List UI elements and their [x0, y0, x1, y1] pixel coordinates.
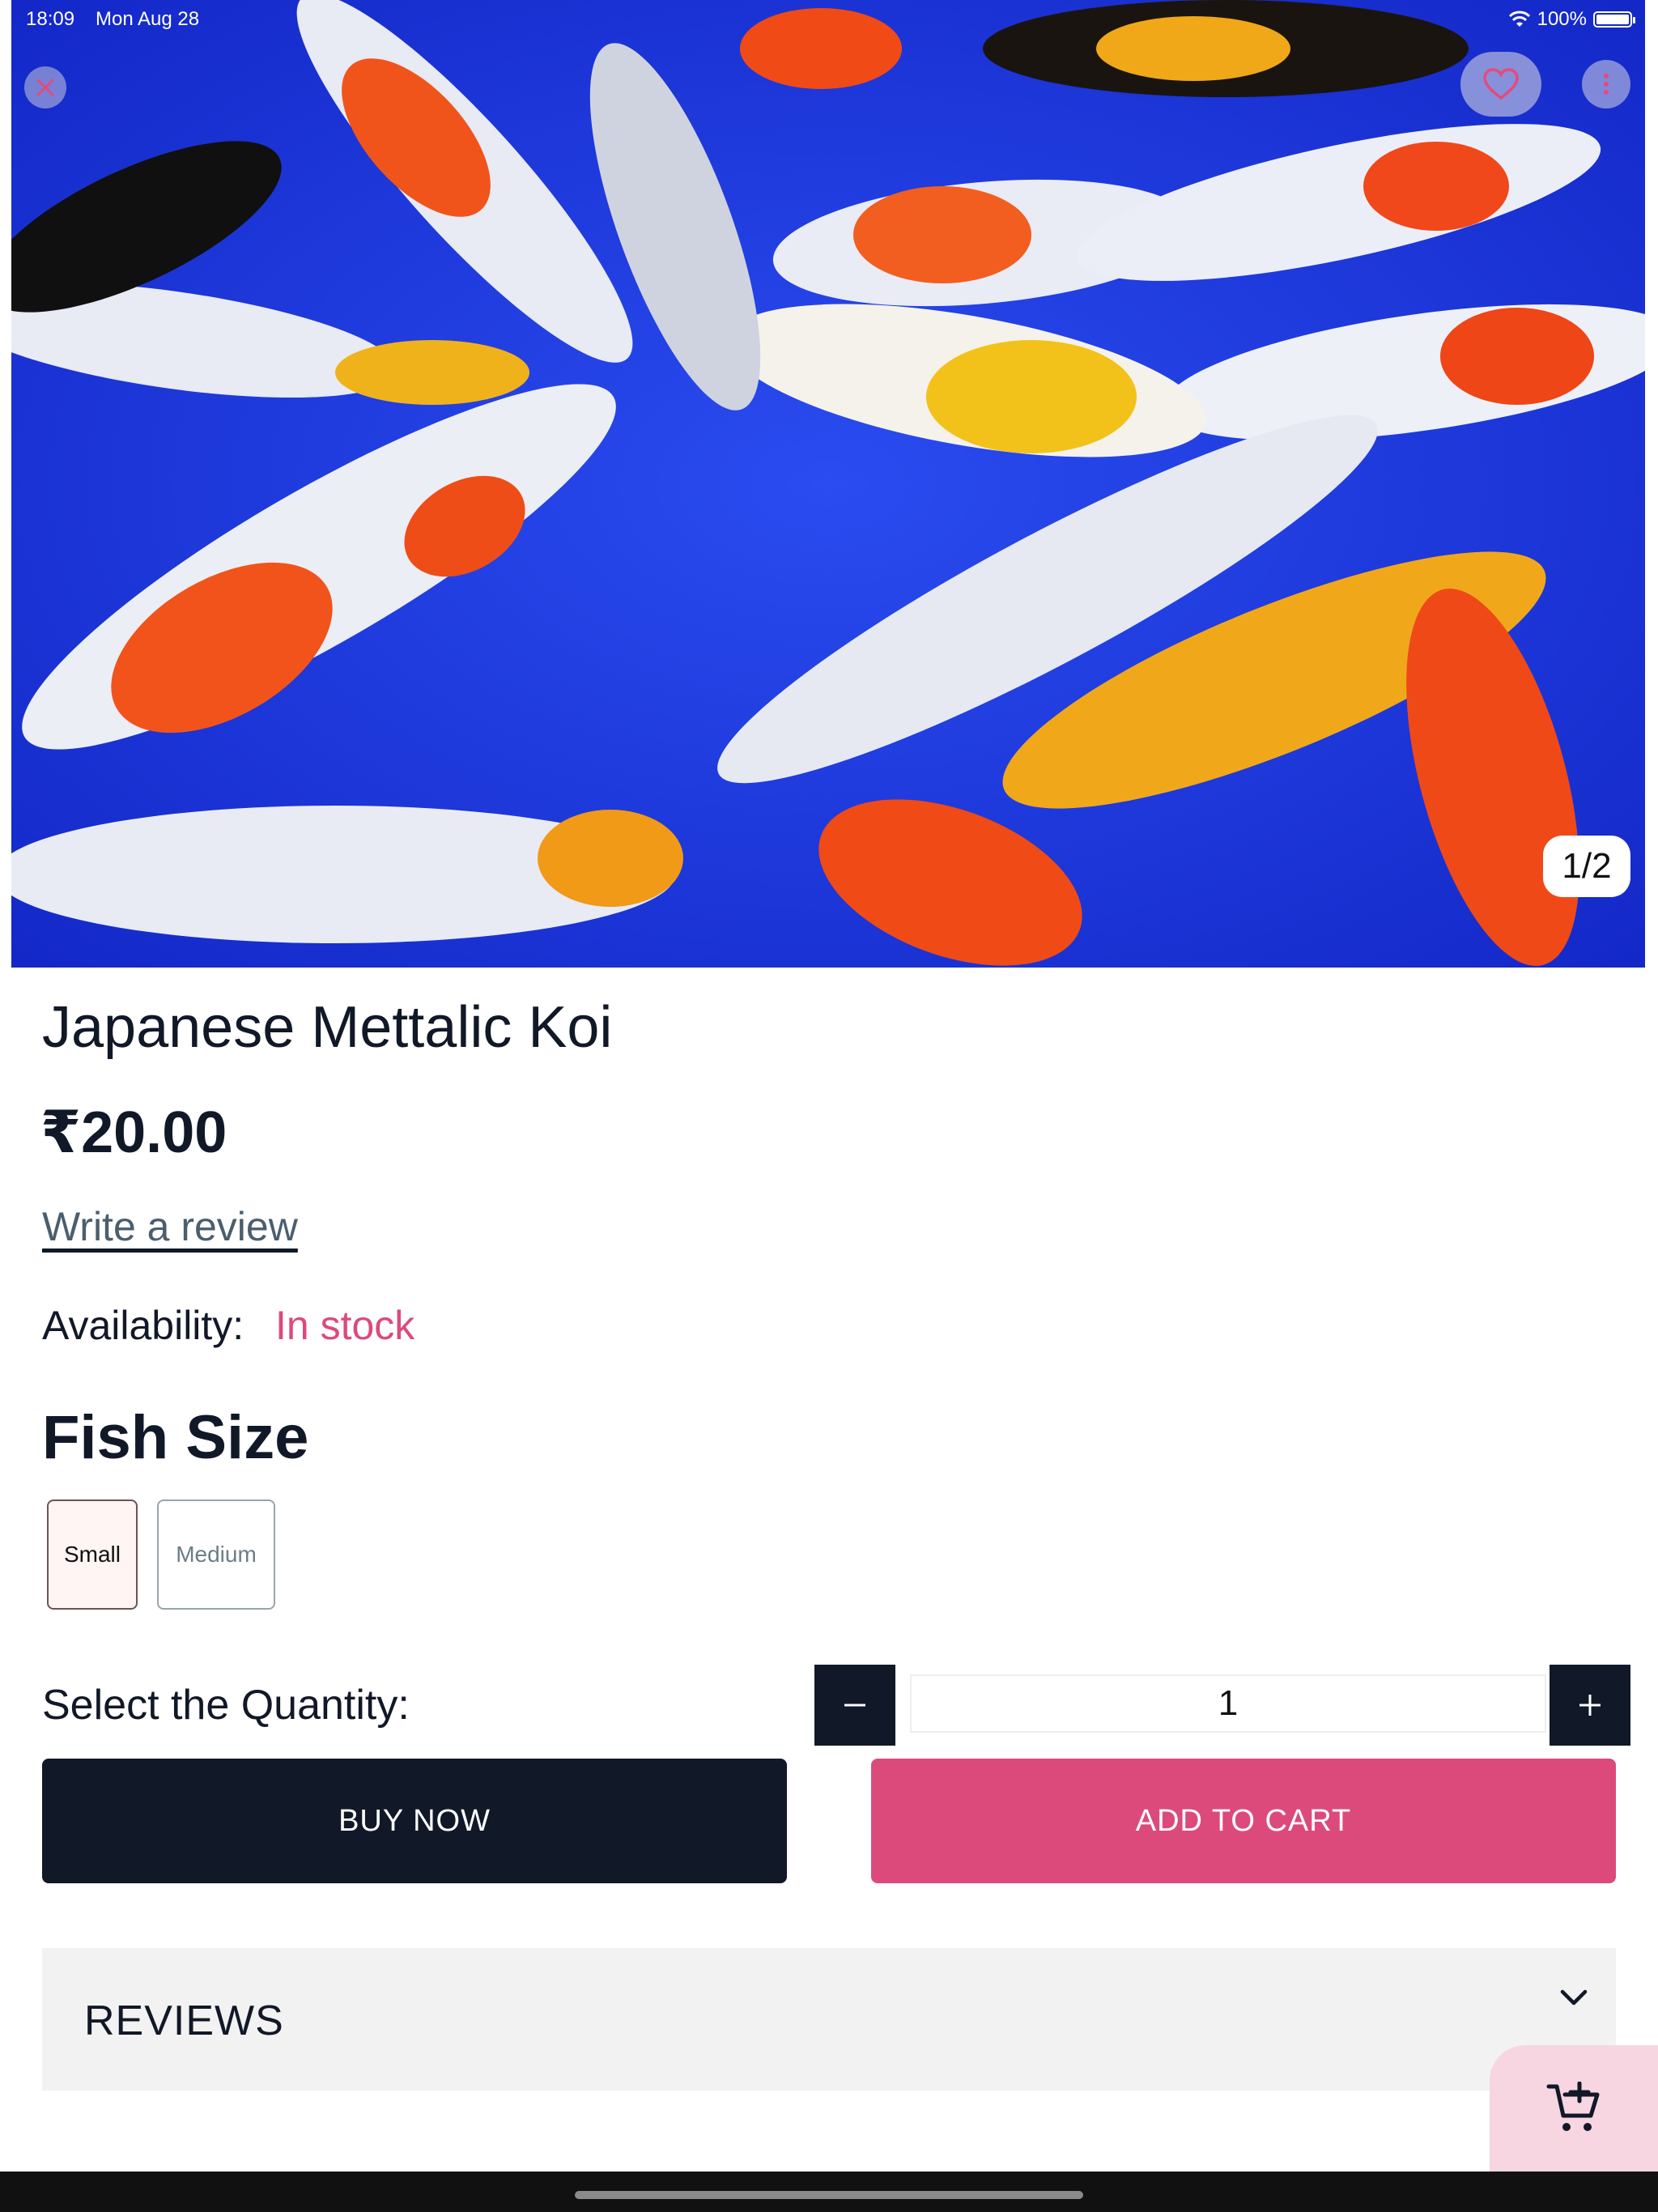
add-to-cart-button[interactable]: ADD TO CART: [871, 1759, 1616, 1883]
status-time: 18:09: [26, 8, 75, 30]
quantity-increase-button[interactable]: [1550, 1665, 1630, 1746]
more-vertical-icon: [1604, 74, 1609, 95]
size-option-small[interactable]: Small: [47, 1499, 138, 1610]
heart-icon: [1483, 68, 1519, 100]
favorite-button[interactable]: [1460, 52, 1541, 117]
floating-cart-button[interactable]: [1490, 2045, 1658, 2172]
size-option-medium[interactable]: Medium: [157, 1499, 275, 1610]
quantity-label: Select the Quantity:: [42, 1682, 410, 1729]
minus-icon: [844, 1704, 865, 1707]
add-shopping-cart-icon: [1546, 2082, 1600, 2131]
close-icon: [36, 79, 54, 96]
availability-status: In stock: [275, 1303, 415, 1348]
more-options-button[interactable]: [1582, 60, 1630, 108]
image-counter: 1/2: [1543, 836, 1630, 897]
plus-icon: [1579, 1695, 1601, 1716]
reviews-accordion[interactable]: REVIEWS: [42, 1948, 1616, 2091]
reviews-label: REVIEWS: [84, 1997, 284, 2044]
product-image[interactable]: [11, 0, 1645, 968]
availability-label: Availability:: [42, 1303, 244, 1348]
status-date: Mon Aug 28: [96, 8, 200, 30]
quantity-decrease-button[interactable]: [814, 1665, 895, 1746]
write-review-link[interactable]: Write a review: [42, 1203, 298, 1250]
status-bar: 18:09 Mon Aug 28 100%: [0, 0, 1658, 39]
quantity-input[interactable]: 1: [910, 1674, 1546, 1733]
product-title: Japanese Mettalic Koi: [42, 995, 613, 1060]
home-indicator[interactable]: [575, 2191, 1083, 2199]
size-heading: Fish Size: [42, 1403, 309, 1472]
wifi-icon: [1508, 11, 1530, 27]
status-indicators: 100%: [1508, 8, 1635, 31]
product-price: ₹20.00: [40, 1100, 227, 1165]
chevron-down-icon: [1560, 1989, 1588, 2006]
koi-photo: [11, 0, 1645, 968]
close-button[interactable]: [24, 66, 66, 108]
battery-percent: 100%: [1537, 8, 1587, 30]
battery-icon: [1593, 11, 1635, 28]
buy-now-button[interactable]: BUY NOW: [42, 1759, 787, 1883]
